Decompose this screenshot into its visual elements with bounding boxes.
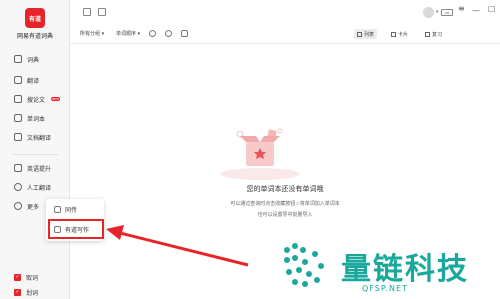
refresh-icon[interactable] — [165, 30, 172, 37]
minimize-icon[interactable]: — — [472, 6, 480, 15]
sidebar-item-label: 英语提升 — [27, 165, 52, 173]
empty-state-hint-2: 也可以设置导中批量导入 — [257, 212, 313, 218]
highlight-box — [48, 219, 104, 239]
sidebar-item-label: 取词 — [26, 274, 39, 282]
empty-state-title: 您的单词本还没有单词哦 — [246, 185, 324, 193]
graduation-cap-icon — [14, 95, 22, 103]
sidebar-item-english-improve[interactable]: 英语提升 — [14, 162, 51, 174]
review-icon — [425, 31, 430, 37]
list-icon — [357, 31, 362, 37]
top-toolbar: ▾ VIP ≡ — ☐ ✕ — [70, 0, 500, 24]
sidebar-item-more[interactable]: 更多 — [14, 200, 39, 212]
sidebar-item-label: 文档翻译 — [27, 134, 52, 142]
app-name: 网易有道词典 — [16, 33, 53, 40]
sidebar-item-human-translate[interactable]: 人工翻译 — [14, 181, 51, 193]
checkbox-checked-icon: ✓ — [14, 273, 21, 281]
sidebar-item-papers[interactable]: 搜论文 NEW — [14, 93, 61, 105]
sidebar-item-label: 词典 — [27, 56, 40, 64]
more-icon — [14, 202, 22, 210]
note-icon[interactable] — [83, 8, 91, 16]
sidebar-item-label: 更多 — [27, 203, 40, 211]
sidebar-item-label: 搜论文 — [27, 96, 46, 104]
chevron-down-icon[interactable]: ▾ — [436, 9, 439, 15]
watermark-text: 量链科技 — [341, 252, 469, 287]
person-icon — [14, 183, 22, 191]
sort-select[interactable]: 单词顺序 ▾ — [116, 30, 140, 37]
card-view-button[interactable]: 卡片 — [388, 29, 411, 39]
sidebar-item-label: 人工翻译 — [27, 184, 52, 192]
group-select-label: 所有分组 — [80, 31, 101, 37]
group-select[interactable]: 所有分组 ▾ — [80, 30, 104, 37]
chart-icon — [14, 164, 22, 172]
document-icon — [14, 133, 22, 141]
new-badge: NEW — [51, 97, 61, 101]
translate-icon — [14, 76, 22, 84]
app-logo: 有道 — [25, 8, 45, 28]
maximize-icon[interactable]: ☐ — [488, 5, 495, 14]
notebook-icon — [14, 114, 22, 122]
empty-box-illustration — [220, 128, 300, 180]
gear-icon[interactable] — [149, 30, 156, 37]
sidebar: 有道 网易有道词典 词典 翻译 搜论文 NEW 单词本 文档翻译 英语提升 人工… — [0, 0, 70, 299]
sort-select-label: 单词顺序 — [116, 31, 137, 37]
sidebar-divider — [12, 154, 58, 155]
watermark-logo — [284, 243, 324, 287]
review-label: 复习 — [432, 31, 443, 38]
sidebar-toggle-pick-word[interactable]: ✓ 取词 — [14, 271, 38, 283]
watermark-url: QFSP.NET — [362, 284, 408, 293]
review-button[interactable]: 复习 — [422, 29, 445, 39]
headset-icon — [54, 206, 61, 213]
screenshot-icon[interactable] — [98, 8, 106, 16]
card-view-label: 卡片 — [398, 31, 409, 38]
cloud-sync-icon[interactable] — [181, 30, 188, 37]
empty-state-hint-1: 可以通过查询时点击收藏按钮☆将单词加入单词本 — [230, 201, 340, 207]
vip-badge[interactable]: VIP — [441, 9, 453, 16]
sidebar-item-translate[interactable]: 翻译 — [14, 74, 39, 86]
sidebar-item-label: 翻译 — [27, 77, 40, 85]
list-view-label: 列表 — [364, 31, 375, 38]
filter-bar: 所有分组 ▾ 单词顺序 ▾ 列表 卡片 复习 — [70, 24, 500, 44]
card-icon — [391, 31, 396, 37]
menu-icon[interactable]: ≡ — [458, 4, 465, 13]
avatar[interactable] — [423, 7, 434, 18]
list-view-button[interactable]: 列表 — [354, 29, 378, 39]
sidebar-item-label: 划词 — [26, 289, 39, 297]
sidebar-item-doc-translate[interactable]: 文档翻译 — [14, 131, 51, 143]
sidebar-item-label: 单词本 — [27, 115, 46, 123]
sidebar-item-wordbook[interactable]: 单词本 — [14, 112, 45, 124]
book-icon — [14, 55, 22, 63]
checkbox-checked-icon: ✓ — [14, 288, 21, 296]
sidebar-toggle-select-word[interactable]: ✓ 划词 — [14, 286, 38, 298]
sidebar-item-dictionary[interactable]: 词典 — [14, 53, 39, 65]
